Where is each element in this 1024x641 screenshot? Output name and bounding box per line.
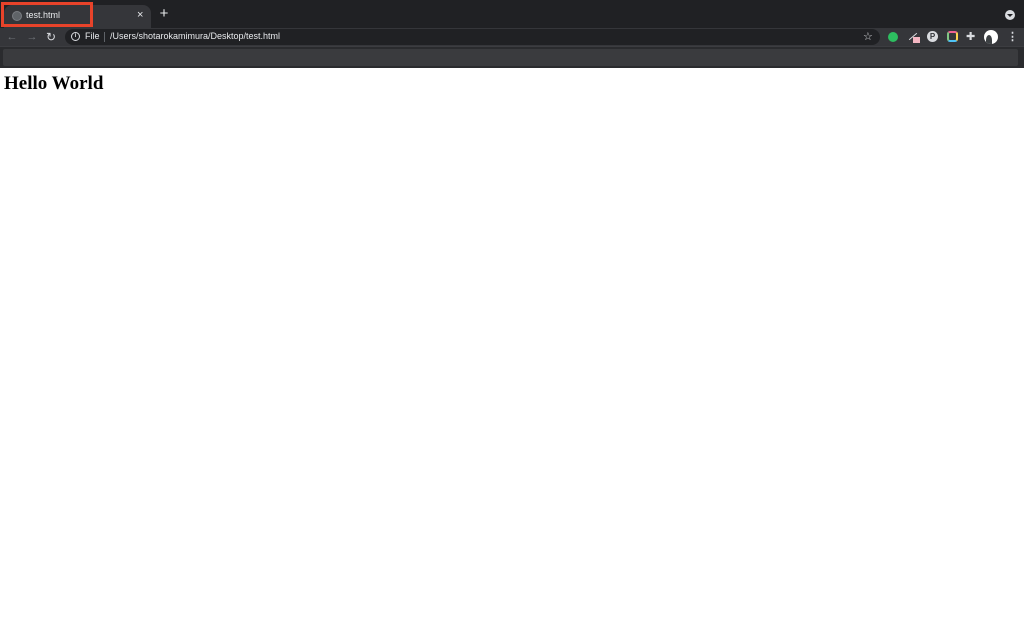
page-heading: Hello World [4,73,104,94]
forward-button[interactable]: → [25,29,39,45]
bookmarks-bar [0,46,1024,68]
back-button[interactable]: ← [5,29,19,45]
info-icon[interactable]: i [71,32,80,41]
profile-avatar[interactable] [984,30,998,44]
pinterest-icon[interactable]: P [927,31,938,42]
tab-test-html[interactable]: test.html × [4,5,151,28]
close-icon[interactable]: × [137,8,143,22]
url-text[interactable]: /Users/shotarokamimura/Desktop/test.html [110,31,280,41]
menu-icon[interactable]: ⋮ [1007,29,1018,45]
globe-icon [12,11,22,21]
browser-toolbar: ← → ↻ i File /Users/shotarokamimura/Desk… [0,28,1024,46]
puzzle-icon[interactable]: ✚ [966,31,978,43]
reload-button[interactable]: ↻ [44,29,58,45]
evernote-icon[interactable] [888,32,898,42]
pen-box [913,37,920,43]
scheme-label: File [85,31,100,41]
address-bar[interactable]: i File /Users/shotarokamimura/Desktop/te… [65,29,880,45]
colorpicker-icon[interactable] [947,31,958,42]
bookmarks-bar-inner [3,49,1018,66]
bookmark-star-icon[interactable]: ☆ [863,29,873,45]
address-divider [104,32,105,42]
pen-icon[interactable] [908,31,920,43]
tab-title: test.html [26,10,61,20]
new-tab-button[interactable]: + [156,5,172,23]
page-viewport: Hello World [0,68,1024,641]
tab-search-icon[interactable] [1005,10,1015,20]
tab-strip: test.html × + [0,0,1024,28]
